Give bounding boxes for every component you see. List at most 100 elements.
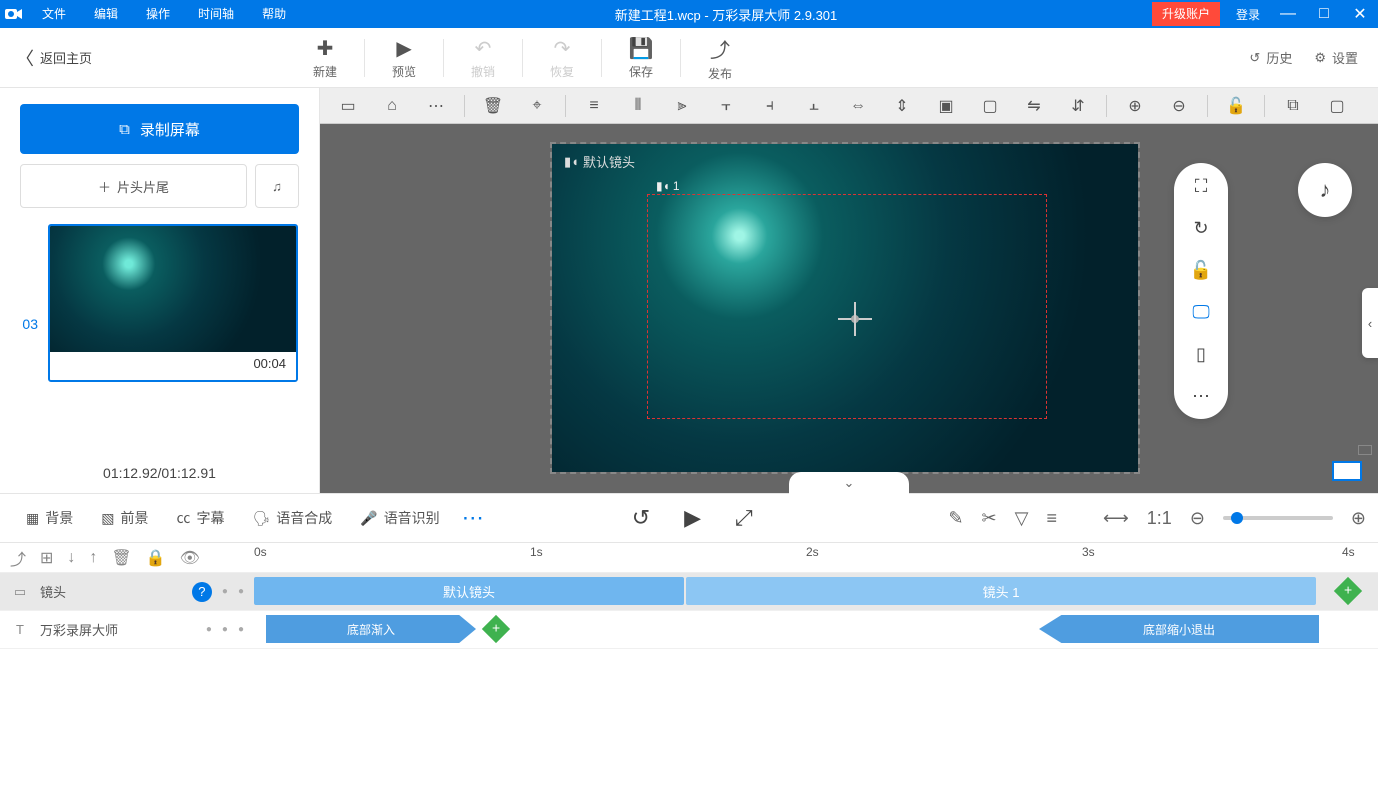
delete-icon[interactable]: 🗑: [111, 548, 131, 568]
expand-button[interactable]: ⤢: [735, 505, 753, 531]
align-center-h-icon[interactable]: ⫴: [618, 92, 658, 120]
history-button[interactable]: ↺历史: [1249, 48, 1292, 67]
rect-tool-icon[interactable]: ▭: [328, 92, 368, 120]
add-folder-icon[interactable]: ⊞: [40, 548, 53, 568]
up-arrow-icon[interactable]: ↑: [89, 549, 97, 567]
more-icon[interactable]: ⋯: [416, 92, 456, 120]
help-button[interactable]: ?: [192, 582, 212, 602]
bring-front-icon[interactable]: ▣: [926, 92, 966, 120]
login-button[interactable]: 登录: [1226, 6, 1270, 23]
flip-h-icon[interactable]: ⇋: [1014, 92, 1054, 120]
text-exit-clip[interactable]: 底部缩小退出: [1039, 615, 1319, 643]
undo-button[interactable]: ↶撤销: [446, 28, 520, 88]
publish-button[interactable]: ⤴发布: [683, 28, 757, 88]
lock-icon[interactable]: 🔓: [1187, 259, 1215, 281]
align-bottom-icon[interactable]: ⫠: [794, 92, 834, 120]
home-icon[interactable]: ⌂: [372, 92, 412, 120]
zoom-in-icon[interactable]: ⊕: [1115, 92, 1155, 120]
one-to-one-icon[interactable]: 1:1: [1147, 508, 1172, 529]
tab-subtitle[interactable]: ㏄字幕: [162, 493, 238, 543]
fullscreen-icon[interactable]: ⛶: [1187, 175, 1215, 197]
distribute-h-icon[interactable]: ⇔: [838, 92, 878, 120]
collapse-preview-button[interactable]: ⌄: [789, 472, 909, 494]
tab-foreground[interactable]: ▧前景: [87, 493, 162, 543]
filter-icon[interactable]: ▽: [1015, 508, 1029, 529]
zoom-slider[interactable]: [1223, 516, 1333, 520]
menu-timeline[interactable]: 时间轴: [184, 0, 248, 28]
close-button[interactable]: ✕: [1342, 4, 1378, 24]
mobile-icon[interactable]: ▯: [1187, 343, 1215, 365]
sliders-icon[interactable]: ≡: [1046, 508, 1057, 529]
target-icon[interactable]: ⌖: [517, 92, 557, 120]
align-middle-icon[interactable]: ⫞: [750, 92, 790, 120]
camera-clip-default[interactable]: 默认镜头: [254, 577, 684, 605]
desktop-icon[interactable]: 🖵: [1187, 301, 1215, 323]
export-icon[interactable]: ⤴: [10, 546, 26, 570]
panel-more-button[interactable]: ⋯: [454, 505, 492, 531]
zoom-in-button[interactable]: ⊕: [1351, 508, 1366, 529]
menu-action[interactable]: 操作: [132, 0, 184, 28]
trash-icon[interactable]: 🗑: [473, 92, 513, 120]
send-back-icon[interactable]: ▢: [970, 92, 1010, 120]
fit-width-icon[interactable]: ⟷: [1103, 508, 1129, 529]
row-dot[interactable]: ●: [206, 624, 212, 635]
distribute-v-icon[interactable]: ⇕: [882, 92, 922, 120]
camera-clip-1[interactable]: 镜头 1: [686, 577, 1316, 605]
clip-thumbnail[interactable]: 00:04: [48, 224, 298, 382]
mini-frame-small-icon[interactable]: [1358, 445, 1372, 455]
back-home-button[interactable]: 〈 返回主页: [0, 28, 108, 88]
camera-row-body[interactable]: 默认镜头 镜头 1 +: [254, 573, 1378, 610]
row-dot[interactable]: ●: [238, 586, 244, 597]
unlock-icon[interactable]: 🔓: [1216, 92, 1256, 120]
more-dots-icon[interactable]: ⋯: [1187, 385, 1215, 407]
timeline-ruler[interactable]: 0s 1s 2s 3s 4s: [254, 543, 1378, 573]
head-tail-button[interactable]: ＋片头片尾: [20, 164, 247, 208]
lock-track-icon[interactable]: 🔒: [146, 548, 166, 568]
text-entry-clip[interactable]: 底部渐入: [266, 615, 476, 643]
settings-button[interactable]: ⚙设置: [1314, 48, 1358, 67]
edge-collapse-button[interactable]: ‹: [1362, 288, 1378, 358]
record-screen-button[interactable]: ⧉ 录制屏幕: [20, 104, 299, 154]
cut-icon[interactable]: ✂: [982, 508, 997, 529]
zoom-knob[interactable]: [1231, 512, 1243, 524]
rewind-button[interactable]: ↺: [632, 505, 650, 531]
sound-button[interactable]: ♪: [1298, 163, 1352, 217]
flip-v-icon[interactable]: ⇵: [1058, 92, 1098, 120]
tab-asr[interactable]: 🎤语音识别: [346, 493, 453, 543]
align-left-icon[interactable]: ≡: [574, 92, 614, 120]
row-dot[interactable]: ●: [238, 624, 244, 635]
menu-help[interactable]: 帮助: [248, 0, 300, 28]
copy-icon[interactable]: ⧉: [1273, 92, 1313, 120]
row-dot[interactable]: ●: [222, 624, 228, 635]
upgrade-button[interactable]: 升级账户: [1152, 2, 1220, 26]
add-text-key-button[interactable]: +: [482, 615, 510, 643]
down-arrow-icon[interactable]: ↓: [67, 549, 75, 567]
redo-button[interactable]: ↷恢复: [525, 28, 599, 88]
mini-frame-icon[interactable]: [1332, 461, 1362, 481]
minimize-button[interactable]: —: [1270, 5, 1306, 23]
zoom-out-button[interactable]: ⊖: [1190, 508, 1205, 529]
plus-icon: +: [1344, 582, 1352, 598]
rotate-icon[interactable]: ↻: [1187, 217, 1215, 239]
play-button[interactable]: ▶: [684, 505, 701, 531]
menu-file[interactable]: 文件: [28, 0, 80, 28]
maximize-button[interactable]: □: [1306, 5, 1342, 23]
align-right-icon[interactable]: ⫸: [662, 92, 702, 120]
row-dot[interactable]: ●: [222, 586, 228, 597]
text-row-body[interactable]: 底部渐入 + 底部缩小退出: [254, 611, 1378, 648]
tab-background[interactable]: ▦背景: [12, 493, 87, 543]
align-top-icon[interactable]: ⫟: [706, 92, 746, 120]
clip-item[interactable]: 03 00:04: [18, 224, 301, 382]
music-button[interactable]: ♫: [255, 164, 299, 208]
tab-tts[interactable]: 🗣语音合成: [238, 493, 346, 543]
edit-icon[interactable]: ✎: [948, 508, 963, 529]
paste-icon[interactable]: ▢: [1317, 92, 1357, 120]
menu-edit[interactable]: 编辑: [80, 0, 132, 28]
add-camera-button[interactable]: +: [1334, 577, 1362, 605]
preview-frame[interactable]: ▮◖ 默认镜头 ▮◖ 1: [550, 142, 1140, 474]
new-button[interactable]: ✚新建: [288, 28, 362, 88]
zoom-out-icon[interactable]: ⊖: [1159, 92, 1199, 120]
eye-icon[interactable]: 👁: [180, 548, 200, 568]
save-button[interactable]: 💾保存: [604, 28, 678, 88]
preview-button[interactable]: ▶预览: [367, 28, 441, 88]
